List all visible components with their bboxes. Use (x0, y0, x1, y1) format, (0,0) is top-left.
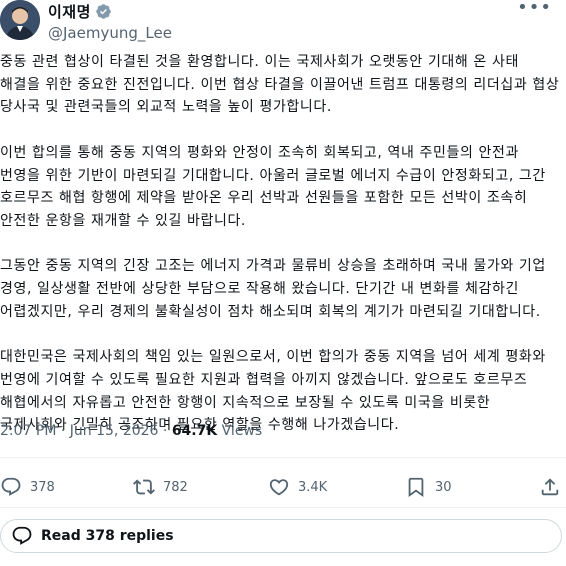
tweet-text: 중동 관련 협상이 타결된 것을 환영합니다. 이는 국제사회가 오랫동안 기대… (0, 51, 562, 460)
repost-button[interactable]: 782 (133, 474, 188, 500)
divider (0, 457, 566, 458)
divider (0, 507, 566, 508)
reply-button[interactable]: 378 (0, 474, 55, 500)
verified-badge-icon (96, 3, 111, 19)
tweet-header: 이재명 @Jaemyung_Lee ••• (0, 0, 566, 44)
meta-separator: · (56, 423, 70, 439)
repost-count: 782 (163, 479, 188, 495)
tweet-meta: 2:07 PM · Jun 15, 2026 · 64.7K Views (0, 423, 262, 439)
reply-count: 378 (30, 479, 55, 495)
repost-icon (133, 479, 155, 495)
share-button[interactable] (539, 474, 561, 500)
like-button[interactable]: 3.4K (268, 474, 327, 500)
share-icon (541, 478, 559, 496)
tweet-time[interactable]: 2:07 PM (0, 423, 56, 439)
author-handle[interactable]: @Jaemyung_Lee (48, 23, 172, 43)
action-bar: 378 782 3.4K 30 (0, 474, 566, 500)
bookmark-button[interactable]: 30 (405, 474, 452, 500)
read-replies-label: Read 378 replies (41, 528, 174, 544)
reply-icon (1, 477, 21, 496)
reply-icon (12, 526, 32, 545)
avatar[interactable] (0, 0, 40, 40)
paragraph-1: 중동 관련 협상이 타결된 것을 환영합니다. 이는 국제사회가 오랫동안 기대… (0, 54, 560, 116)
views-label: Views (217, 423, 263, 439)
paragraph-2: 이번 합의를 통해 중동 지역의 평화와 안정이 조속히 회복되고, 역내 주민… (0, 144, 546, 229)
tweet-date[interactable]: Jun 15, 2026 (70, 423, 159, 439)
heart-icon (269, 479, 289, 496)
paragraph-3: 그동안 중동 지역의 긴장 고조는 에너지 가격과 물류비 상승을 초래하며 국… (0, 258, 546, 320)
more-dots-icon[interactable]: ••• (517, 0, 552, 17)
like-count: 3.4K (298, 479, 328, 495)
views-count: 64.7K (171, 423, 218, 439)
read-replies-button[interactable]: Read 378 replies (0, 519, 562, 553)
bookmark-icon (408, 477, 424, 498)
bookmark-count: 30 (435, 479, 452, 495)
meta-separator: · (158, 423, 172, 439)
author-name[interactable]: 이재명 (48, 1, 91, 22)
